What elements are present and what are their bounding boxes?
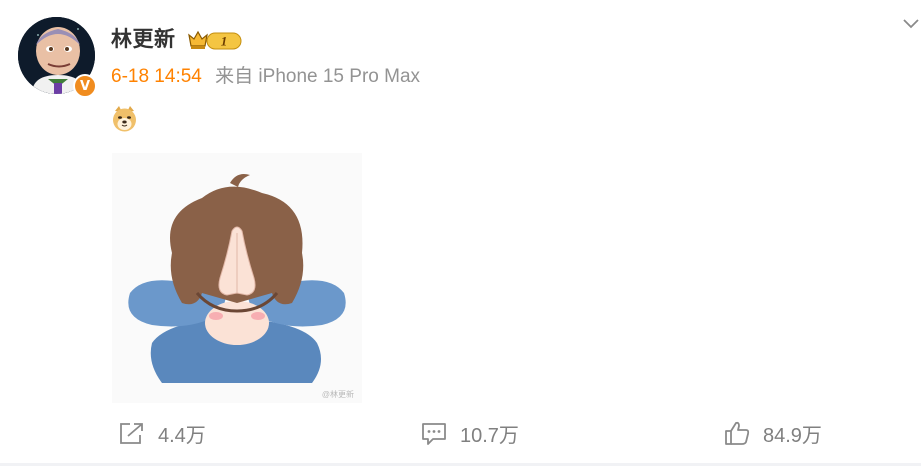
post-source: 来自 iPhone 15 Pro Max xyxy=(215,66,421,87)
share-count: 4.4万 xyxy=(158,424,206,447)
chevron-down-icon[interactable] xyxy=(901,13,921,33)
post-image[interactable]: @林更新 xyxy=(112,153,362,403)
like-button[interactable]: 84.9万 xyxy=(724,419,822,447)
like-count: 84.9万 xyxy=(763,424,822,447)
share-button[interactable]: 4.4万 xyxy=(118,419,206,447)
image-watermark: @林更新 xyxy=(321,390,354,399)
username[interactable]: 林更新 xyxy=(111,27,176,53)
comment-count: 10.7万 xyxy=(460,424,519,447)
comment-button[interactable]: 10.7万 xyxy=(421,419,519,447)
doge-emoji-icon xyxy=(111,105,138,132)
vip-crown-icon[interactable]: 1 xyxy=(187,29,243,51)
boy-praying-illustration xyxy=(112,153,362,403)
verified-mark: V xyxy=(79,78,91,94)
post-meta: 6-18 14:54 来自 iPhone 15 Pro Max xyxy=(111,66,420,88)
vip-level: 1 xyxy=(221,34,228,49)
share-icon xyxy=(120,422,143,444)
post-time[interactable]: 6-18 14:54 xyxy=(111,66,202,87)
thumbs-up-icon xyxy=(725,421,750,445)
verified-badge: V xyxy=(73,74,97,98)
comment-icon xyxy=(422,422,446,445)
